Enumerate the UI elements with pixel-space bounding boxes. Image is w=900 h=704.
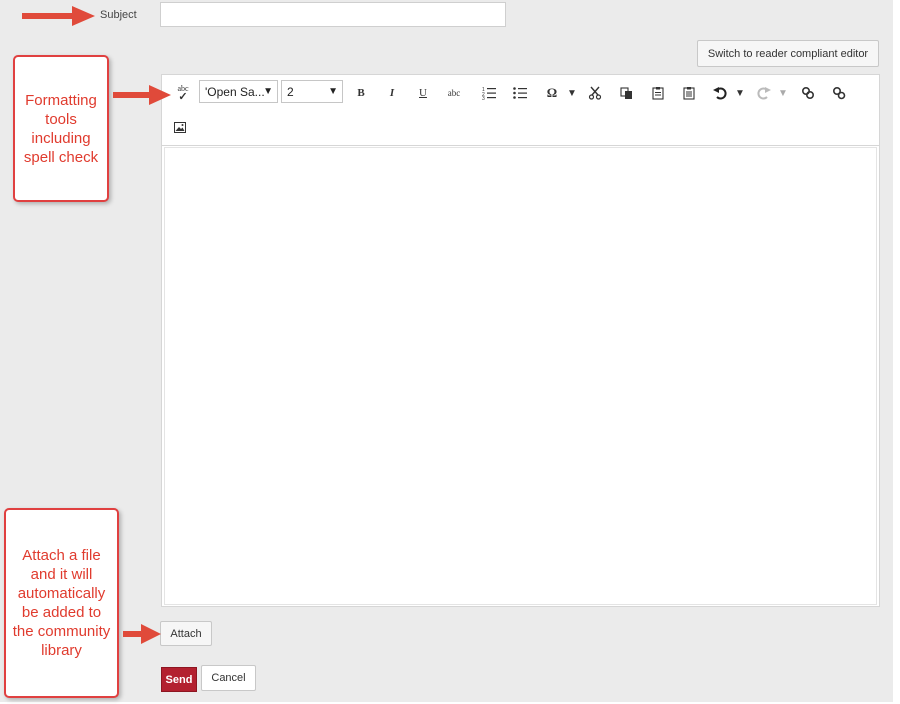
font-family-select[interactable]: 'Open Sa... ▼ — [199, 80, 278, 103]
attach-button[interactable]: Attach — [160, 621, 212, 646]
bold-button[interactable]: B — [351, 83, 371, 103]
unlink-icon — [832, 86, 846, 100]
chevron-down-icon: ▼ — [328, 86, 338, 97]
chevron-down-icon: ▼ — [778, 87, 788, 99]
paste-text-button[interactable] — [679, 83, 699, 103]
strikethrough-icon: abc — [447, 88, 461, 98]
paste-button[interactable] — [648, 83, 668, 103]
cancel-button[interactable]: Cancel — [201, 665, 256, 691]
insert-image-button[interactable] — [170, 117, 190, 137]
send-button[interactable]: Send — [161, 667, 197, 692]
strikethrough-button[interactable]: abc — [443, 83, 465, 103]
spellcheck-button[interactable]: abc ✓ — [172, 83, 194, 103]
checkmark-icon: ✓ — [178, 90, 188, 103]
special-character-icon: Ω — [546, 85, 558, 100]
special-character-dropdown[interactable]: ▼ — [565, 83, 579, 103]
italic-button[interactable]: I — [382, 83, 402, 103]
cut-button[interactable] — [585, 83, 605, 103]
rich-text-editor: abc ✓ 'Open Sa... ▼ 2 ▼ B I U abc 123 Ω … — [161, 74, 880, 607]
link-button[interactable] — [798, 83, 818, 103]
undo-dropdown[interactable]: ▼ — [733, 83, 747, 103]
formatting-callout: Formatting tools including spell check — [13, 55, 109, 202]
image-icon — [174, 121, 186, 133]
paste-icon — [652, 87, 664, 100]
ordered-list-icon: 123 — [482, 87, 496, 100]
link-icon — [801, 86, 815, 100]
font-family-value: 'Open Sa... — [205, 85, 265, 99]
unordered-list-icon — [513, 87, 527, 99]
redo-icon — [757, 87, 771, 100]
redo-button[interactable] — [753, 83, 773, 103]
paste-text-icon — [683, 87, 695, 100]
formatting-arrow-icon — [113, 85, 171, 105]
switch-editor-button[interactable]: Switch to reader compliant editor — [697, 40, 879, 67]
chevron-down-icon: ▼ — [567, 87, 577, 99]
svg-text:3: 3 — [482, 96, 485, 100]
formatting-callout-text: Formatting tools including spell check — [23, 91, 99, 166]
subject-input[interactable] — [160, 2, 506, 27]
chevron-down-icon: ▼ — [263, 86, 273, 97]
undo-icon — [712, 87, 726, 100]
subject-arrow-icon — [22, 6, 95, 26]
attach-arrow-icon — [123, 624, 161, 644]
redo-dropdown[interactable]: ▼ — [776, 83, 790, 103]
italic-icon: I — [389, 87, 395, 99]
subject-label: Subject — [100, 9, 137, 21]
special-character-button[interactable]: Ω — [542, 83, 562, 103]
cut-icon — [588, 86, 602, 100]
undo-button[interactable] — [710, 83, 730, 103]
chevron-down-icon: ▼ — [735, 87, 745, 99]
bold-icon: B — [357, 87, 365, 99]
copy-button[interactable] — [617, 83, 637, 103]
font-size-select[interactable]: 2 ▼ — [281, 80, 343, 103]
attach-callout: Attach a file and it will automatically … — [4, 508, 119, 698]
copy-icon — [620, 87, 632, 99]
editor-toolbar: abc ✓ 'Open Sa... ▼ 2 ▼ B I U abc 123 Ω … — [162, 75, 879, 146]
unordered-list-button[interactable] — [510, 83, 530, 103]
unlink-button[interactable] — [829, 83, 849, 103]
ordered-list-button[interactable]: 123 — [479, 83, 499, 103]
attach-callout-text: Attach a file and it will automatically … — [12, 547, 111, 659]
underline-button[interactable]: U — [413, 83, 433, 103]
font-size-value: 2 — [287, 85, 294, 99]
message-body-editor[interactable] — [164, 147, 877, 605]
underline-icon: U — [419, 87, 427, 99]
